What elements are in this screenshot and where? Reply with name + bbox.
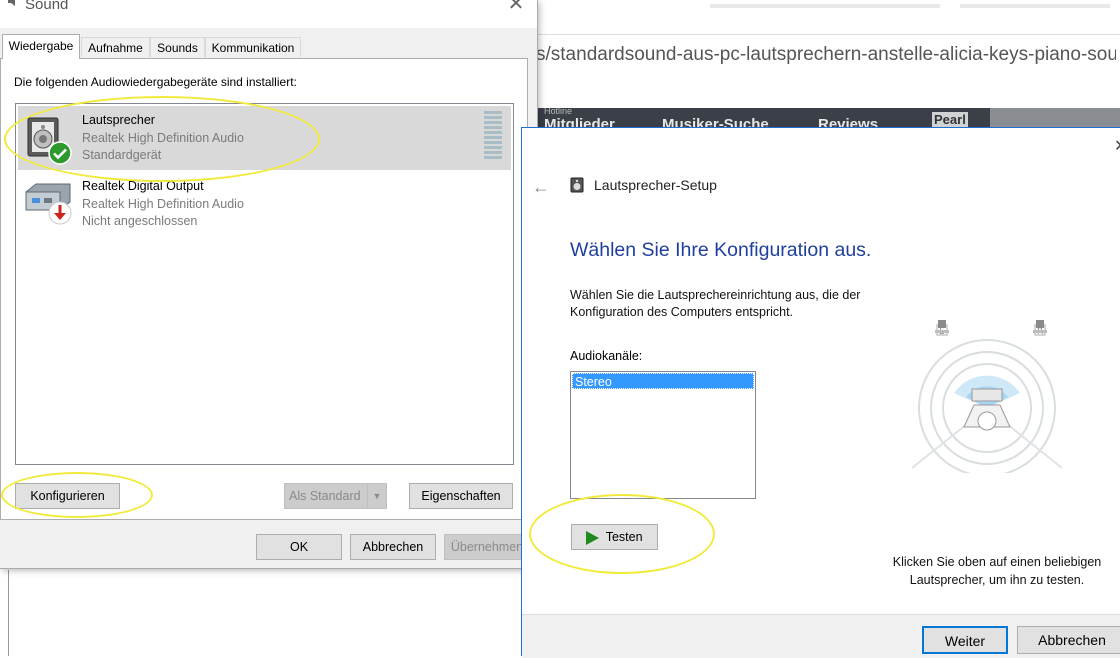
nav-item-pearl[interactable]: Pearl — [932, 112, 968, 127]
configure-button[interactable]: Konfigurieren — [15, 483, 120, 509]
left-speaker-icon[interactable] — [932, 318, 952, 334]
device-name: Lautsprecher — [82, 113, 155, 127]
apply-button[interactable]: Übernehmen — [444, 534, 530, 560]
browser-tab-strip — [520, 0, 1120, 35]
tab-aufnahme[interactable]: Aufnahme — [81, 37, 150, 57]
browser-tab-indicator — [710, 4, 940, 8]
test-hint: Klicken Sie oben auf einen beliebigen La… — [892, 555, 1102, 587]
tab-kommunikation[interactable]: Kommunikation — [205, 37, 301, 57]
sound-titlebar[interactable]: Sound ✕ — [0, 0, 537, 28]
test-label: Testen — [605, 530, 643, 544]
sound-dialog: Sound ✕ Wiedergabe Aufnahme Sounds Kommu… — [0, 0, 538, 569]
audio-channels-list[interactable]: Stereo — [570, 371, 756, 499]
volume-level-meter — [484, 111, 502, 161]
sound-tabs: Wiedergabe Aufnahme Sounds Kommunikation — [0, 34, 537, 59]
channel-option-stereo[interactable]: Stereo — [572, 373, 754, 389]
back-arrow-icon[interactable]: ← — [532, 177, 550, 198]
right-speaker-icon[interactable] — [1030, 318, 1050, 334]
play-icon — [586, 530, 600, 545]
setup-title: Lautsprecher-Setup — [594, 177, 717, 193]
set-default-label: Als Standard — [289, 489, 361, 503]
close-icon[interactable]: ✕ — [1114, 136, 1120, 156]
device-item-lautsprecher[interactable]: Lautsprecher Realtek High Definition Aud… — [18, 106, 511, 170]
device-name: Realtek Digital Output — [82, 179, 204, 193]
device-status: Standardgerät — [82, 148, 162, 162]
ok-button[interactable]: OK — [256, 534, 342, 560]
properties-button[interactable]: Eigenschaften — [409, 483, 513, 509]
speaker-icon — [8, 0, 15, 6]
device-status: Nicht angeschlossen — [82, 214, 198, 228]
device-item-digital-output[interactable]: Realtek Digital Output Realtek High Defi… — [18, 172, 511, 236]
setup-description: Wählen Sie die Lautsprechereinrichtung a… — [570, 288, 861, 319]
check-icon — [48, 141, 72, 165]
sound-title: Sound — [25, 0, 69, 13]
setup-heading: Wählen Sie Ihre Konfiguration aus. — [570, 239, 872, 261]
audio-channels-label: Audiokanäle: — [570, 349, 643, 363]
next-button[interactable]: Weiter — [922, 626, 1008, 654]
setup-footer: Weiter Abbrechen — [522, 614, 1120, 658]
setup-cancel-button[interactable]: Abbrechen — [1017, 626, 1120, 654]
speaker-setup-dialog: ✕ ← Lautsprecher-Setup Wählen Sie Ihre K… — [521, 127, 1120, 658]
tab-wiedergabe[interactable]: Wiedergabe — [2, 34, 80, 59]
device-list: Lautsprecher Realtek High Definition Aud… — [15, 103, 514, 465]
playback-panel: Die folgenden Audiowiedergabegeräte sind… — [0, 58, 528, 520]
set-default-dropdown[interactable]: Als Standard ▼ — [284, 483, 387, 509]
cancel-button[interactable]: Abbrechen — [350, 534, 436, 560]
close-icon[interactable]: ✕ — [505, 0, 527, 16]
test-button[interactable]: Testen — [571, 524, 658, 550]
tab-sounds[interactable]: Sounds — [150, 37, 205, 57]
device-driver: Realtek High Definition Audio — [82, 197, 244, 211]
hotline-label: Hotline — [544, 108, 573, 116]
browser-address-text[interactable]: s/standardsound-aus-pc-lautsprechern-ans… — [536, 38, 1116, 72]
down-arrow-icon — [48, 201, 72, 225]
speaker-icon — [570, 177, 584, 193]
device-driver: Realtek High Definition Audio — [82, 131, 244, 145]
background-window-edge — [0, 570, 9, 656]
chevron-down-icon: ▼ — [367, 484, 386, 508]
panel-caption: Die folgenden Audiowiedergabegeräte sind… — [14, 75, 297, 89]
browser-tab-indicator — [960, 4, 1110, 8]
